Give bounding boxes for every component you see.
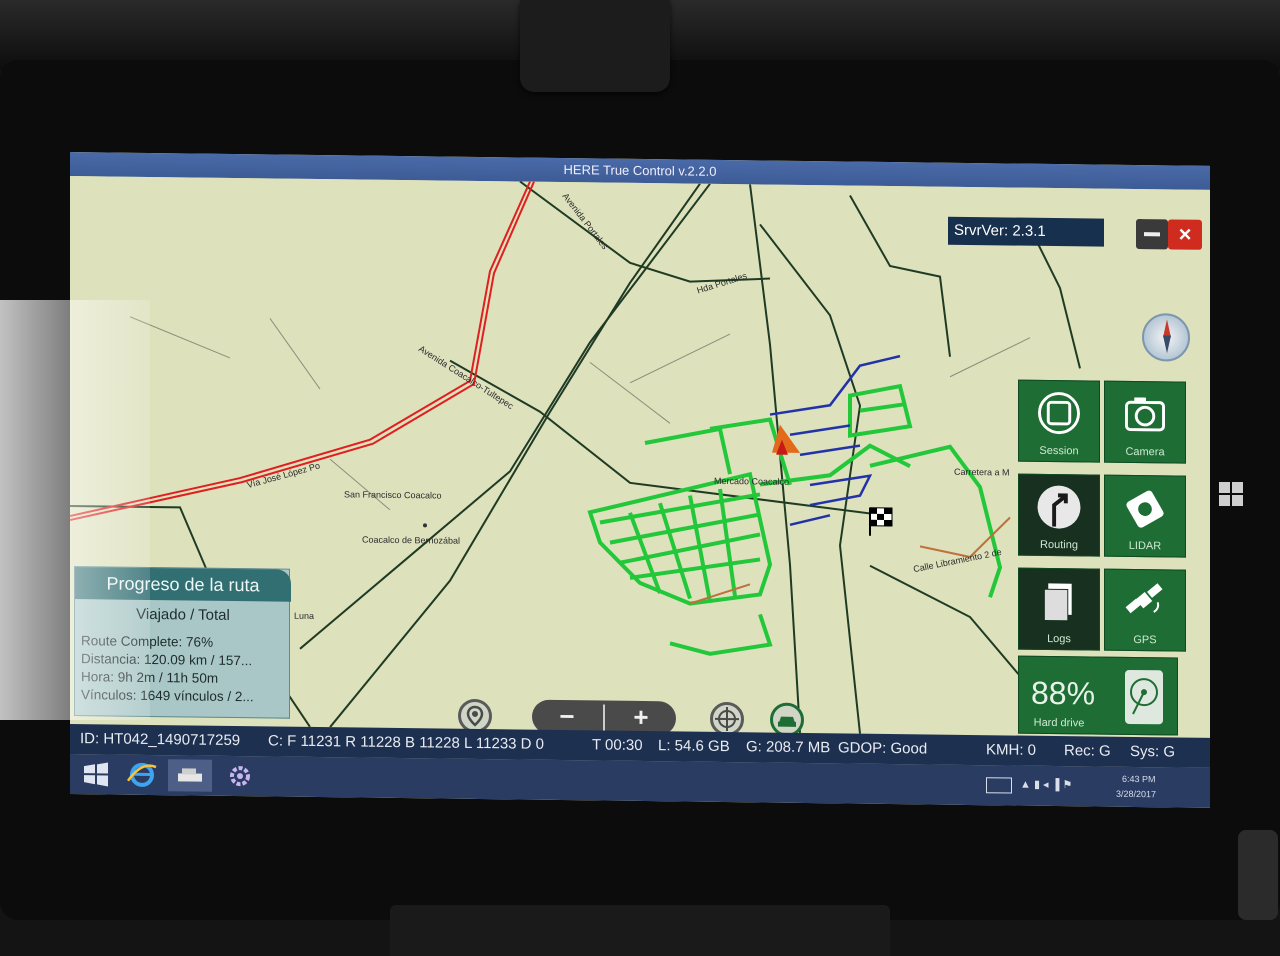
status-sys: Sys: G	[1130, 742, 1176, 761]
camera-tile-label: Camera	[1125, 445, 1165, 459]
map-label-coacalco-berriozabal: Coacalco de Berriozábal	[362, 535, 460, 546]
hard-drive-label: Hard drive	[1033, 716, 1085, 730]
mount-clip-top	[520, 0, 670, 92]
close-button[interactable]: ×	[1168, 219, 1202, 250]
status-speed: KMH: 0	[986, 741, 1037, 759]
road-northeast	[1029, 227, 1081, 369]
lidar-tile-label: LIDAR	[1128, 539, 1162, 553]
logs-tile-label: Logs	[1047, 632, 1071, 646]
clock-time[interactable]: 6:43 PM	[1122, 774, 1156, 784]
route-progress-subtitle: Viajado / Total	[136, 605, 230, 624]
settings-gear-icon[interactable]	[218, 760, 262, 793]
status-id: ID: HT042_1490717259	[80, 730, 241, 750]
server-version-badge: SrvrVer: 2.3.1	[948, 216, 1104, 247]
lidar-icon	[1126, 490, 1164, 528]
route-progress-panel: Progreso de la ruta Viajado / Total Rout…	[74, 566, 291, 719]
stop-square-icon	[1038, 392, 1080, 435]
internet-explorer-icon[interactable]	[120, 759, 164, 792]
camera-tile[interactable]: Camera	[1104, 380, 1186, 464]
clock-date[interactable]: 3/28/2017	[1116, 789, 1156, 799]
road-south-east	[869, 564, 1031, 689]
minimize-button[interactable]	[1136, 219, 1168, 250]
map-label-avenida-portales: Avenida Portales	[560, 191, 610, 251]
map-label-libramiento: Calle Libramiento 2 de	[912, 547, 1002, 574]
window-title: HERE True Control v.2.2.0	[563, 162, 717, 179]
satellite-icon	[1125, 583, 1163, 614]
route-complete-text: Route Complete: 76%	[81, 633, 214, 650]
map-label-coacalco-tultepec: Avenida Coacalco-Tultepec	[417, 344, 516, 412]
compass-icon[interactable]	[1142, 313, 1190, 362]
route-links-text: Vínculos: 1649 vínculos / 2...	[81, 687, 254, 705]
routing-tile-label: Routing	[1040, 538, 1078, 552]
map-label-luna: Luna	[294, 611, 314, 621]
routing-tile[interactable]: Routing	[1018, 473, 1100, 557]
camera-icon	[1125, 397, 1165, 432]
road-avenida-portales	[519, 180, 771, 283]
lidar-tile[interactable]: LIDAR	[1104, 474, 1186, 558]
hard-disk-icon	[1125, 669, 1163, 725]
road-north-local	[849, 195, 951, 357]
hard-drive-tile[interactable]: 88% Hard drive	[1018, 655, 1178, 736]
destination-flag-icon	[869, 507, 893, 536]
hard-drive-percent: 88%	[1031, 674, 1096, 712]
route-time-text: Hora: 9h 2m / 11h 50m	[81, 669, 219, 686]
road-diagonal-main	[329, 183, 701, 728]
status-time: T 00:30	[592, 736, 643, 754]
windows-start-icon[interactable]	[74, 758, 118, 791]
device-side-hardware	[1238, 830, 1278, 920]
logs-tile[interactable]: Logs	[1018, 567, 1100, 651]
route-distance-text: Distancia: 120.09 km / 157...	[81, 651, 253, 669]
status-gdop: GDOP: Good	[838, 739, 928, 758]
session-tile[interactable]: Session	[1018, 379, 1100, 463]
hardware-windows-logo-icon	[1219, 482, 1243, 506]
route-progress-title: Progreso de la ruta	[75, 567, 291, 602]
gps-tile-label: GPS	[1133, 633, 1157, 647]
gps-tile[interactable]: GPS	[1104, 568, 1186, 652]
system-tray-icons[interactable]: ▲ ▮ ◂ ▐ ⚑	[1020, 778, 1090, 793]
map-label-san-francisco: San Francisco Coacalco	[344, 489, 442, 500]
mount-clip-bottom	[390, 905, 890, 956]
status-rec: Rec: G	[1064, 742, 1111, 760]
vehicle-position-icon	[772, 424, 800, 453]
status-gps-size: G: 208.7 MB	[746, 738, 831, 757]
keyboard-icon[interactable]	[986, 777, 1012, 794]
map-label-hda-portales: Hda Portales	[696, 270, 749, 295]
map-label-carretera: Carretera a M	[954, 467, 1010, 478]
session-tile-label: Session	[1039, 444, 1079, 458]
status-disk: L: 54.6 GB	[658, 737, 730, 756]
driven-route-network	[587, 383, 1003, 656]
turn-right-arrow-icon	[1037, 485, 1081, 529]
documents-icon	[1043, 583, 1072, 622]
map-view[interactable]: Avenida Portales Hda Portales Avenida Co…	[70, 176, 1210, 738]
tablet-screen: HERE True Control v.2.2.0 Avenida Portal…	[70, 152, 1210, 808]
vehicle-app-icon[interactable]	[168, 759, 212, 792]
status-counters: C: F 11231 R 11228 B 11228 L 11233 D 0	[268, 732, 545, 753]
map-label-mercado: Mercado Coacalco	[714, 476, 789, 487]
